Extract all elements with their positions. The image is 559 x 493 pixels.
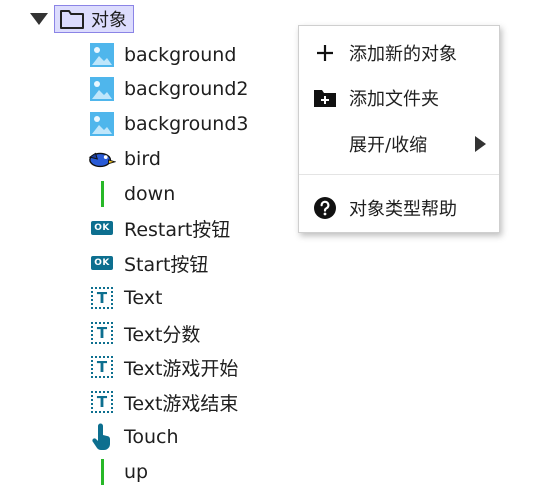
tree-item-label: up (124, 461, 149, 483)
tree-item-label: Text游戏开始 (124, 357, 239, 380)
image-icon (88, 110, 116, 138)
tree-item-touch[interactable]: Touch (88, 421, 179, 453)
image-icon (88, 75, 116, 103)
context-menu: 添加新的对象 添加文件夹 展开/收缩 对象类型帮助 (298, 25, 500, 233)
tree-item-label: Touch (124, 426, 179, 448)
menu-item-add-object[interactable]: 添加新的对象 (299, 36, 499, 70)
folder-icon (60, 10, 84, 29)
text-object-icon: T (88, 284, 116, 312)
tree-item-label: down (124, 183, 176, 205)
submenu-arrow-icon (475, 136, 486, 152)
image-icon (88, 41, 116, 69)
tree-item-label: Text分数 (124, 323, 201, 346)
add-folder-icon (313, 86, 337, 110)
tree-item-up[interactable]: up (88, 456, 148, 488)
tree-item-label: Restart按钮 (124, 218, 231, 241)
root-folder-selected[interactable]: 对象 (54, 5, 134, 33)
plus-icon (313, 41, 337, 65)
text-object-icon: T (88, 319, 116, 347)
root-folder-label: 对象 (91, 10, 127, 31)
tree-item-text-game-start[interactable]: T Text游戏开始 (88, 351, 238, 383)
tree-item-text[interactable]: T Text (88, 282, 162, 314)
tree-item-label: background (124, 44, 237, 66)
menu-item-label: 添加文件夹 (349, 89, 439, 110)
menu-item-expand-collapse[interactable]: 展开/收缩 (299, 127, 499, 161)
tree-item-start-button[interactable]: OK Start按钮 (88, 247, 208, 279)
tree-item-label: Text游戏结束 (124, 392, 239, 415)
tree-item-label: Start按钮 (124, 253, 209, 276)
touch-hand-icon (88, 423, 116, 451)
bird-icon (88, 145, 116, 173)
ok-button-icon: OK (88, 249, 116, 277)
menu-item-add-folder[interactable]: 添加文件夹 (299, 81, 499, 115)
ok-button-icon: OK (88, 214, 116, 242)
tree-item-background2[interactable]: background2 (88, 73, 248, 105)
bar-icon (88, 180, 116, 208)
tree-item-label: bird (124, 148, 161, 170)
menu-item-help[interactable]: 对象类型帮助 (299, 191, 499, 225)
tree-item-text-game-over[interactable]: T Text游戏结束 (88, 386, 238, 418)
tree-item-bird[interactable]: bird (88, 143, 161, 175)
tree-item-background[interactable]: background (88, 39, 236, 71)
object-tree: 对象 background background2 background3 bi… (0, 0, 300, 493)
menu-item-label: 添加新的对象 (349, 44, 457, 65)
tree-item-background3[interactable]: background3 (88, 108, 248, 140)
menu-item-label: 对象类型帮助 (349, 199, 457, 220)
tree-item-text-score[interactable]: T Text分数 (88, 317, 200, 349)
tree-item-label: Text (124, 287, 163, 309)
text-object-icon: T (88, 353, 116, 381)
tree-item-down[interactable]: down (88, 178, 175, 210)
text-object-icon: T (88, 388, 116, 416)
tree-item-label: background3 (124, 113, 249, 135)
bar-icon (88, 458, 116, 486)
menu-item-label: 展开/收缩 (349, 135, 428, 156)
tree-item-restart-button[interactable]: OK Restart按钮 (88, 212, 230, 244)
tree-root-row[interactable]: 对象 (30, 4, 134, 34)
tree-item-label: background2 (124, 78, 249, 100)
collapse-caret-icon[interactable] (30, 13, 48, 25)
menu-separator (299, 174, 499, 175)
help-icon (313, 196, 337, 220)
